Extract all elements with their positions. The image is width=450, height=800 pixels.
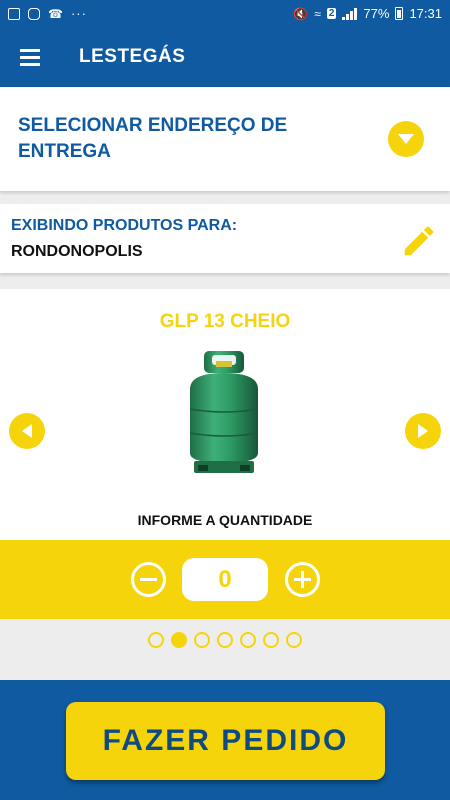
chevron-right-icon	[418, 424, 428, 438]
app-bar: LESTEGÁS	[0, 27, 450, 87]
next-product-button[interactable]	[405, 413, 441, 449]
location-city: RONDONOPOLIS	[11, 243, 143, 260]
wifi-icon: ≈	[314, 6, 321, 21]
pager-dot[interactable]	[171, 632, 187, 648]
instagram-notification-icon	[28, 7, 40, 20]
pager-dot[interactable]	[263, 632, 279, 648]
quantity-label: INFORME A QUANTIDADE	[137, 512, 313, 528]
gallery-notification-icon	[8, 7, 20, 20]
app-title: LESTEGÁS	[79, 46, 186, 67]
increase-quantity-button[interactable]	[285, 562, 320, 597]
more-notifications-icon: ···	[70, 6, 87, 21]
carousel-pager	[0, 632, 450, 652]
product-name: GLP 13 CHEIO	[159, 311, 291, 332]
status-bar: ☎ ··· 🔇 ≈ 2 77% 17:31	[0, 0, 450, 27]
chevron-left-icon	[22, 424, 32, 438]
mute-icon: 🔇	[293, 6, 309, 21]
quantity-input[interactable]: 0	[182, 558, 268, 601]
pager-dot[interactable]	[194, 632, 210, 648]
location-card: EXIBINDO PRODUTOS PARA: RONDONOPOLIS	[0, 204, 450, 273]
place-order-button[interactable]: FAZER PEDIDO	[66, 702, 385, 780]
pager-dot[interactable]	[240, 632, 256, 648]
status-left: ☎ ···	[8, 6, 293, 21]
pager-dot[interactable]	[148, 632, 164, 648]
battery-icon	[395, 7, 404, 20]
address-label: SELECIONAR ENDEREÇO DE ENTREGA	[18, 115, 288, 162]
bottom-bar: FAZER PEDIDO	[0, 680, 450, 800]
chevron-down-icon	[398, 134, 414, 144]
decrease-quantity-button[interactable]	[131, 562, 166, 597]
pencil-icon[interactable]	[400, 222, 438, 260]
previous-product-button[interactable]	[9, 413, 45, 449]
missed-call-icon: ☎	[48, 6, 63, 21]
gas-cylinder-image	[189, 351, 259, 473]
status-right: 🔇 ≈ 2 77% 17:31	[293, 6, 442, 21]
pager-dot[interactable]	[217, 632, 233, 648]
sim-badge: 2	[326, 8, 337, 19]
product-carousel: GLP 13 CHEIO INFORME A QUANTIDADE	[0, 289, 450, 540]
address-selector[interactable]: SELECIONAR ENDEREÇO DE ENTREGA	[0, 87, 450, 191]
pager-dot[interactable]	[286, 632, 302, 648]
location-title: EXIBINDO PRODUTOS PARA:	[11, 217, 238, 234]
clock: 17:31	[409, 6, 442, 21]
battery-percent: 77%	[363, 6, 390, 21]
hamburger-menu-icon[interactable]	[0, 27, 60, 87]
address-dropdown-button[interactable]	[388, 121, 424, 157]
signal-icon	[342, 7, 358, 20]
quantity-stepper: 0	[0, 540, 450, 619]
